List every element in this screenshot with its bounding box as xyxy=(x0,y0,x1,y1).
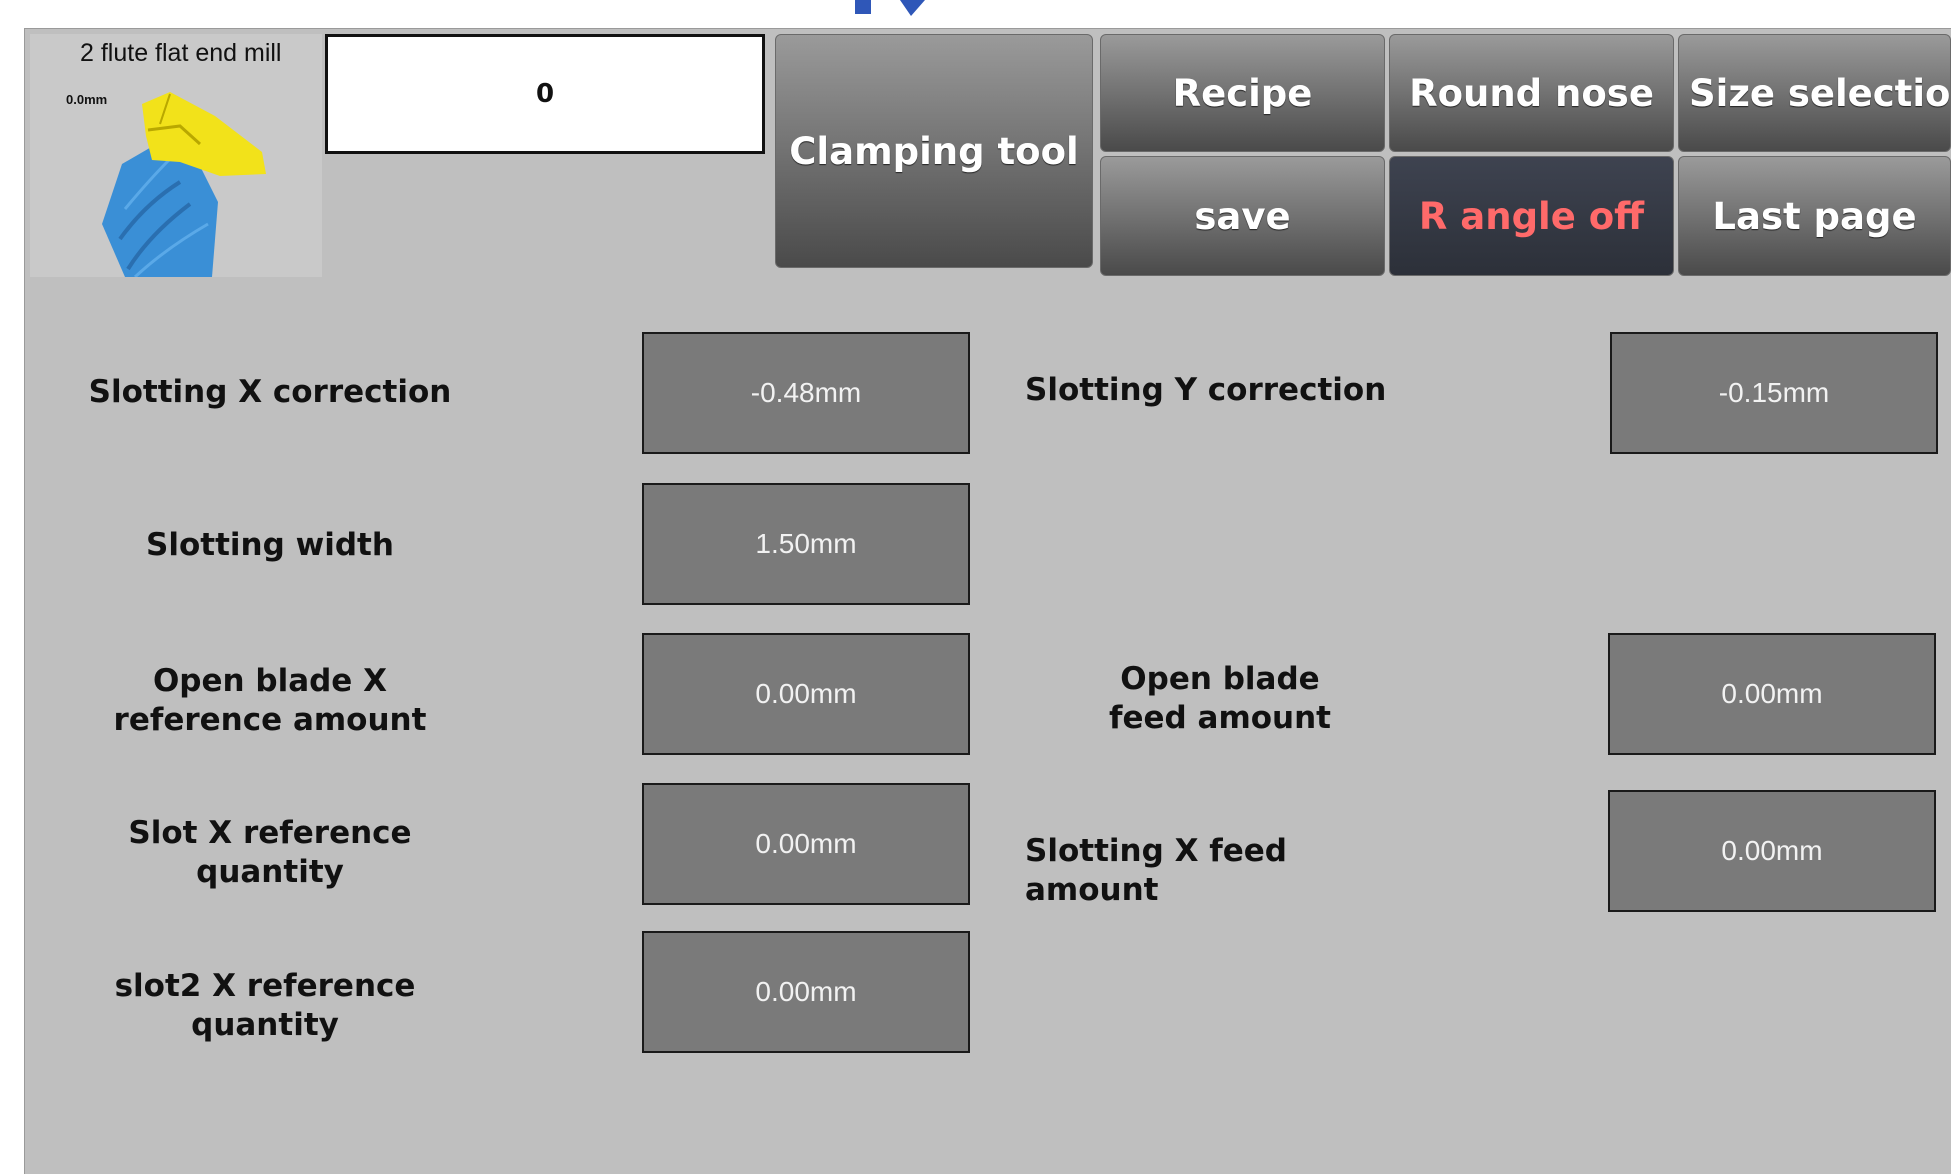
slot-x-reference-label: Slot X reference quantity xyxy=(128,815,412,890)
slotting-y-correction-label: Slotting Y correction xyxy=(1025,372,1387,408)
end-mill-icon xyxy=(102,92,266,277)
open-blade-feed-label: Open blade feed amount xyxy=(1109,661,1331,736)
slotting-width-field[interactable]: 1.50mm xyxy=(642,483,970,605)
slot2-x-reference-label: slot2 X reference quantity xyxy=(114,968,416,1043)
slot-x-reference-field[interactable]: 0.00mm xyxy=(642,783,970,905)
round-nose-button[interactable]: Round nose xyxy=(1389,34,1674,152)
slotting-width-label: Slotting width xyxy=(146,527,394,563)
clamping-tool-button[interactable]: Clamping tool xyxy=(775,34,1093,268)
slotting-x-feed-label: Slotting X feed amount xyxy=(1025,833,1287,908)
open-blade-x-reference-label: Open blade X reference amount xyxy=(113,663,427,738)
open-blade-feed-field[interactable]: 0.00mm xyxy=(1608,633,1936,755)
open-blade-x-reference-field[interactable]: 0.00mm xyxy=(642,633,970,755)
last-page-button[interactable]: Last page xyxy=(1678,156,1951,276)
slotting-x-feed-field[interactable]: 0.00mm xyxy=(1608,790,1936,912)
slotting-y-correction-field[interactable]: -0.15mm xyxy=(1610,332,1938,454)
size-selection-button[interactable]: Size selection xyxy=(1678,34,1951,152)
slot2-x-reference-field[interactable]: 0.00mm xyxy=(642,931,970,1053)
top-decoration xyxy=(845,0,950,18)
tool-preview: 2 flute flat end mill 0.0mm xyxy=(30,34,322,277)
slotting-x-correction-field[interactable]: -0.48mm xyxy=(642,332,970,454)
r-angle-toggle-button[interactable]: R angle off xyxy=(1389,156,1674,276)
recipe-button[interactable]: Recipe xyxy=(1100,34,1385,152)
slotting-x-correction-label: Slotting X correction xyxy=(88,374,452,410)
value-display: 0 xyxy=(325,34,765,154)
save-button[interactable]: save xyxy=(1100,156,1385,276)
